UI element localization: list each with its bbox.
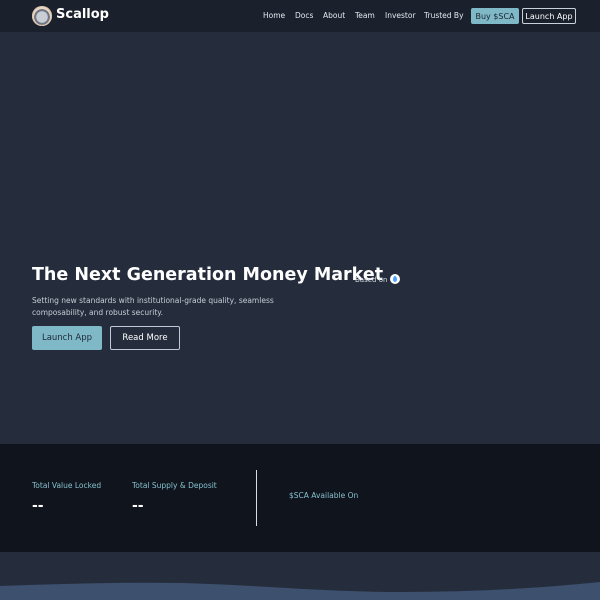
supply-value: -- (132, 498, 144, 514)
hero-launch-app-button[interactable]: Launch App (32, 326, 102, 350)
nav-link-about[interactable]: About (323, 11, 345, 20)
tvl-value: -- (32, 498, 44, 514)
hero-subtitle: Setting new standards with institutional… (32, 296, 274, 317)
stats-section: Total Value Locked -- Total Supply & Dep… (0, 444, 600, 552)
supply-label: Total Supply & Deposit (132, 481, 217, 490)
nav-link-docs[interactable]: Docs (295, 11, 313, 20)
stats-divider (256, 470, 257, 526)
nav-link-home[interactable]: Home (263, 11, 285, 20)
nav-link-investor[interactable]: Investor (385, 11, 416, 20)
decorative-wave (0, 582, 600, 600)
buy-sca-button[interactable]: Buy $SCA (471, 8, 519, 24)
tvl-label: Total Value Locked (32, 481, 102, 490)
based-on-label: Based on (355, 276, 388, 284)
nav-link-team[interactable]: Team (355, 11, 375, 20)
footer-wave-band (0, 552, 600, 600)
sui-chain-icon (390, 274, 400, 284)
nav-link-trusted-by[interactable]: Trusted By (424, 11, 464, 20)
hero-section (0, 32, 600, 444)
hero-title: The Next Generation Money Market (32, 265, 384, 285)
sca-available-label: $SCA Available On (289, 491, 359, 500)
nav-launch-app-button[interactable]: Launch App (522, 8, 576, 24)
top-navbar: Scallop Home Docs About Team Investor Tr… (0, 0, 600, 32)
read-more-button[interactable]: Read More (110, 326, 180, 350)
